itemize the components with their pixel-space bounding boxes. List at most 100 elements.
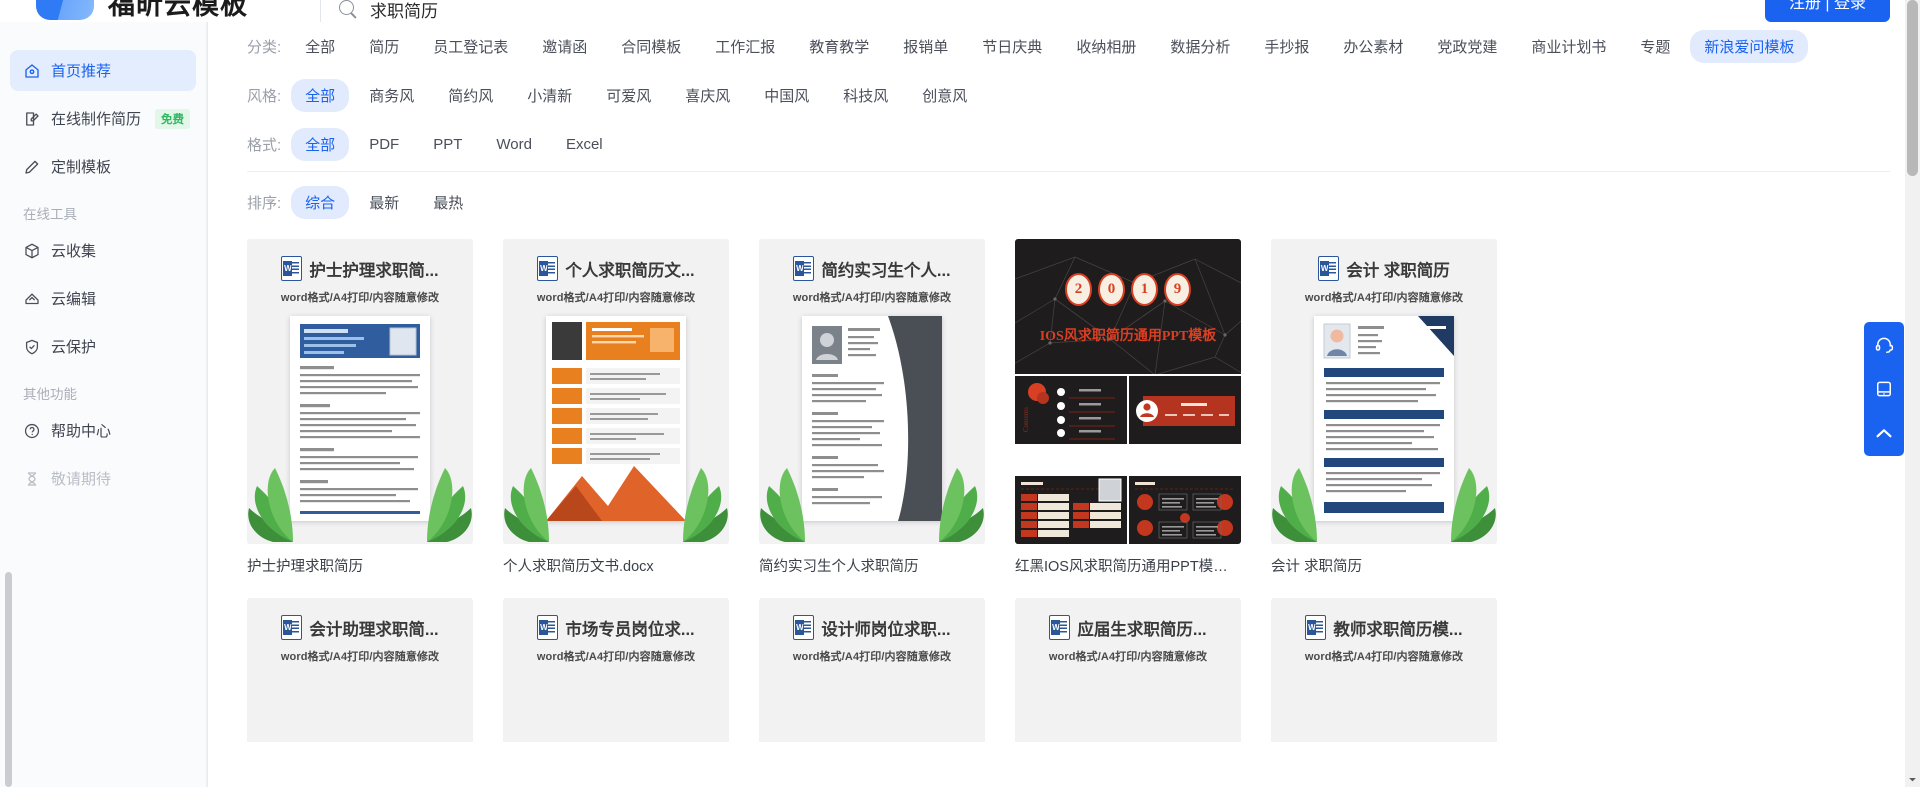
sidebar-item-online-resume[interactable]: 在线制作简历 免费 (10, 98, 196, 139)
back-to-top-button[interactable] (1864, 418, 1904, 448)
sidebar-item-custom-template[interactable]: 定制模板 (10, 146, 196, 187)
sidebar-item-label: 敬请期待 (51, 471, 112, 488)
app-root: 福昕云模板 注册 | 登录 首页推荐 在线制作简历 (0, 0, 1920, 787)
filter-row-style: 风格: 全部 商务风 简约风 小清新 可爱风 喜庆风 中国风 科技风 创意风 (247, 71, 1920, 120)
sidebar-item-coming-soon: 敬请期待 (10, 458, 196, 499)
filter-chip-category-16[interactable]: 新浪爱问模板 (1690, 30, 1809, 63)
template-card[interactable]: 市场专员岗位求... word格式/A4打印/内容随意修改 (503, 598, 729, 742)
scroll-down-arrow-icon[interactable] (1905, 772, 1920, 787)
resume-preview-gray (802, 316, 942, 521)
filter-chip-category-7[interactable]: 报销单 (889, 30, 962, 63)
sidebar-item-label: 定制模板 (51, 159, 112, 176)
filter-chip-style-1[interactable]: 商务风 (355, 79, 428, 112)
thumb-header: 市场专员岗位求... word格式/A4打印/内容随意修改 (503, 598, 729, 664)
filter-chip-style-8[interactable]: 创意风 (908, 79, 981, 112)
filter-chip-category-0[interactable]: 全部 (291, 30, 349, 63)
filter-chip-style-7[interactable]: 科技风 (829, 79, 902, 112)
search-input[interactable] (370, 0, 670, 19)
leaf-decoration-right-icon (939, 468, 984, 542)
filter-chip-format-0[interactable]: 全部 (291, 128, 350, 161)
sidebar-item-home[interactable]: 首页推荐 (10, 50, 196, 91)
thumb-title: 会计 求职简历 (1346, 261, 1450, 280)
filter-chip-category-3[interactable]: 邀请函 (528, 30, 601, 63)
filter-chip-category-12[interactable]: 办公素材 (1329, 30, 1417, 63)
template-card[interactable]: 会计助理求职简... word格式/A4打印/内容随意修改 (247, 598, 473, 742)
sidebar-item-help-center[interactable]: 帮助中心 (10, 410, 196, 451)
search-bar[interactable] (320, 0, 670, 22)
ppt-slide-basic-info (1015, 476, 1127, 544)
filter-chip-category-5[interactable]: 工作汇报 (701, 30, 789, 63)
filter-chip-category-9[interactable]: 收纳相册 (1062, 30, 1150, 63)
resume-preview-navy (1314, 316, 1454, 521)
filter-chip-category-14[interactable]: 商业计划书 (1517, 30, 1620, 63)
floating-toolbar (1864, 322, 1904, 456)
filter-chip-style-4[interactable]: 可爱风 (592, 79, 665, 112)
sidebar-item-label: 云编辑 (51, 291, 97, 308)
filter-chip-format-2[interactable]: PPT (419, 130, 476, 159)
sidebar: 首页推荐 在线制作简历 免费 定制模板 在线工具 云收集 云编辑 云保护 其他功… (0, 22, 207, 787)
template-card[interactable]: 会计 求职简历 word格式/A4打印/内容随意修改 (1271, 239, 1497, 576)
box-icon (25, 243, 39, 258)
sidebar-scrollbar-thumb[interactable] (5, 572, 12, 787)
template-card[interactable]: 2 0 1 9 IOS风求职简历通用PPT模板 Contents 红黑IOS风求… (1015, 239, 1241, 576)
leaf-decoration-left-icon (248, 468, 293, 542)
leaf-decoration-left-icon (504, 468, 549, 542)
filter-row-format: 格式: 全部 PDF PPT Word Excel (247, 120, 1920, 169)
template-card[interactable]: 简约实习生个人... word格式/A4打印/内容随意修改 (759, 239, 985, 576)
document-preview (802, 316, 942, 521)
top-bar: 福昕云模板 注册 | 登录 (0, 0, 1920, 22)
register-login-button[interactable]: 注册 | 登录 (1764, 0, 1890, 22)
sidebar-item-cloud-edit[interactable]: 云编辑 (10, 278, 196, 319)
filter-chip-category-6[interactable]: 教育教学 (795, 30, 883, 63)
filter-label-category: 分类: (247, 39, 282, 56)
brand-logo[interactable]: 福昕云模板 (36, 0, 248, 22)
logo-text: 福昕云模板 (108, 0, 248, 20)
filter-chip-category-11[interactable]: 手抄报 (1250, 30, 1323, 63)
filter-chip-category-4[interactable]: 合同模板 (607, 30, 695, 63)
sidebar-item-cloud-protect[interactable]: 云保护 (10, 326, 196, 367)
filter-chip-format-4[interactable]: Excel (552, 130, 617, 159)
template-card[interactable]: 教师求职简历模... word格式/A4打印/内容随意修改 (1271, 598, 1497, 742)
filter-chip-format-3[interactable]: Word (482, 130, 546, 159)
template-name: 护士护理求职简历 (247, 559, 363, 575)
filter-chip-category-15[interactable]: 专题 (1626, 30, 1684, 63)
sort-chip-0[interactable]: 综合 (291, 186, 350, 219)
word-file-icon (537, 615, 559, 640)
filter-chip-style-5[interactable]: 喜庆风 (671, 79, 744, 112)
filter-chip-category-10[interactable]: 数据分析 (1156, 30, 1244, 63)
sort-chip-2[interactable]: 最热 (419, 186, 477, 219)
filter-chip-category-1[interactable]: 简历 (355, 30, 413, 63)
thumb-title-row: 会计助理求职简... (247, 615, 473, 640)
filter-chip-style-0[interactable]: 全部 (291, 79, 350, 112)
ppt-year-digit: 1 (1131, 273, 1158, 306)
template-card[interactable]: 设计师岗位求职... word格式/A4打印/内容随意修改 (759, 598, 985, 742)
thumb-title: 个人求职简历文... (565, 261, 695, 280)
template-thumbnail: 护士护理求职简... word格式/A4打印/内容随意修改 (247, 239, 473, 544)
filter-chip-style-3[interactable]: 小清新 (513, 79, 586, 112)
filter-chip-style-6[interactable]: 中国风 (750, 79, 823, 112)
template-name: 红黑IOS风求职简历通用PPT模板 .pptx (1015, 559, 1241, 575)
thumb-title-row: 设计师岗位求职... (759, 615, 985, 640)
page-scrollbar-thumb[interactable] (1907, 0, 1918, 176)
top-bar-right: 注册 | 登录 (1764, 0, 1890, 22)
filter-chip-category-13[interactable]: 党政党建 (1423, 30, 1511, 63)
sort-chip-1[interactable]: 最新 (355, 186, 413, 219)
thumb-title: 会计助理求职简... (309, 620, 439, 639)
filter-chip-format-1[interactable]: PDF (355, 130, 413, 159)
filter-chip-category-8[interactable]: 节日庆典 (968, 30, 1056, 63)
thumb-title-row: 应届生求职简历... (1015, 615, 1241, 640)
thumb-subtitle: word格式/A4打印/内容随意修改 (1048, 651, 1208, 663)
template-thumbnail: 应届生求职简历... word格式/A4打印/内容随意修改 (1015, 598, 1241, 742)
template-card[interactable]: 护士护理求职简... word格式/A4打印/内容随意修改 (247, 239, 473, 576)
filter-chip-style-2[interactable]: 简约风 (434, 79, 507, 112)
customer-service-button[interactable] (1864, 330, 1904, 360)
template-card[interactable]: 应届生求职简历... word格式/A4打印/内容随意修改 (1015, 598, 1241, 742)
ppt-slide-section (1129, 375, 1241, 444)
filter-chip-category-2[interactable]: 员工登记表 (419, 30, 522, 63)
page-scrollbar[interactable] (1905, 0, 1920, 787)
sidebar-item-cloud-collect[interactable]: 云收集 (10, 230, 196, 271)
ppt-year-digit: 2 (1065, 273, 1092, 306)
filter-panel: 分类: 全部 简历 员工登记表 邀请函 合同模板 工作汇报 教育教学 报销单 节… (207, 22, 1920, 172)
template-card[interactable]: 个人求职简历文... word格式/A4打印/内容随意修改 (503, 239, 729, 576)
mobile-app-button[interactable] (1864, 374, 1904, 404)
